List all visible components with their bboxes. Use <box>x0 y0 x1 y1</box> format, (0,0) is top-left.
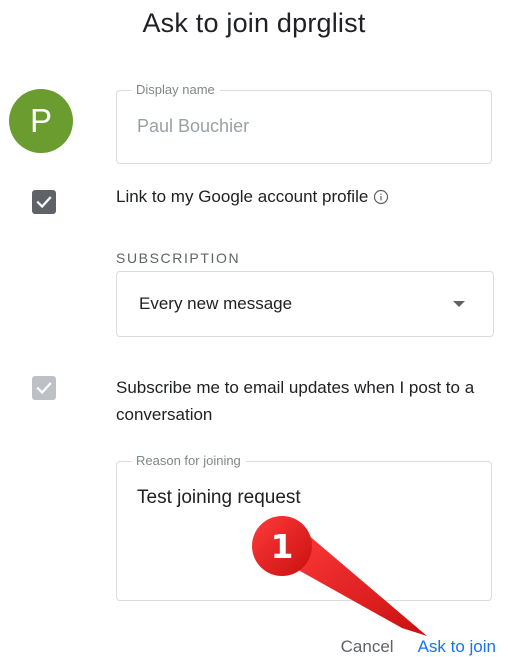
link-profile-row: Link to my Google account profile <box>116 187 389 207</box>
check-icon <box>36 382 52 395</box>
ask-to-join-button[interactable]: Ask to join <box>418 637 496 657</box>
annotation-number: 1 <box>270 526 294 566</box>
avatar-initial: P <box>29 102 52 139</box>
info-icon[interactable] <box>373 189 389 205</box>
avatar: P <box>9 89 73 153</box>
check-icon <box>36 196 52 209</box>
subscription-selected-value: Every new message <box>139 294 293 313</box>
dialog-title: Ask to join dprglist <box>142 8 366 38</box>
display-name-label: Display name <box>131 82 220 98</box>
dialog-actions: Cancel Ask to join <box>341 637 496 657</box>
reason-value[interactable]: Test joining request <box>137 487 301 509</box>
subscription-select[interactable]: Every new message <box>116 271 494 337</box>
display-name-value[interactable]: Paul Bouchier <box>137 116 249 137</box>
reason-label: Reason for joining <box>131 453 246 469</box>
dropdown-arrow-icon <box>453 301 465 307</box>
display-name-field[interactable]: Display name Paul Bouchier <box>116 82 492 164</box>
email-updates-checkbox[interactable] <box>32 376 56 400</box>
subscription-section-label: SUBSCRIPTION <box>116 250 241 266</box>
email-updates-label: Subscribe me to email updates when I pos… <box>116 378 475 424</box>
link-profile-label: Link to my Google account profile <box>116 187 369 206</box>
link-profile-checkbox[interactable] <box>32 190 56 214</box>
cancel-button[interactable]: Cancel <box>341 637 394 657</box>
